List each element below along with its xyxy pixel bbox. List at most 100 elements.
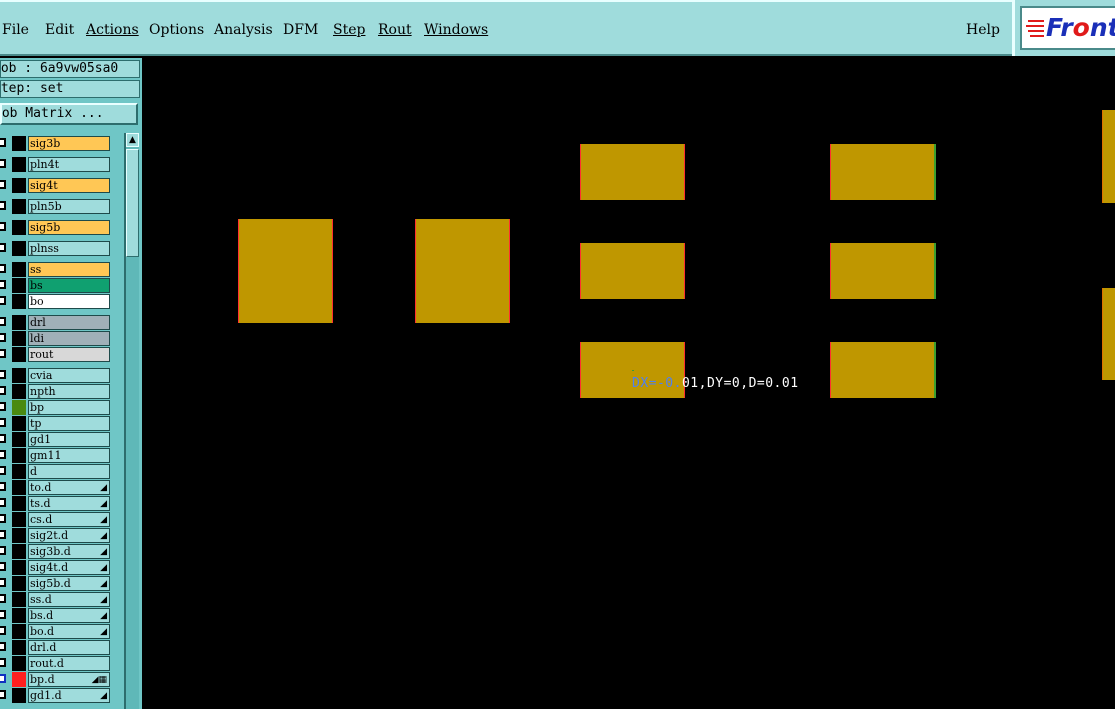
layer-checkbox[interactable] xyxy=(0,418,6,427)
layer-color-swatch[interactable] xyxy=(12,592,26,607)
layer-color-swatch[interactable] xyxy=(12,512,26,527)
layer-color-swatch[interactable] xyxy=(12,416,26,431)
layer-row[interactable]: drl xyxy=(0,315,116,330)
layer-row[interactable]: bs.d ◢ xyxy=(0,608,116,623)
layer-color-swatch[interactable] xyxy=(12,178,26,193)
layer-checkbox[interactable] xyxy=(0,317,6,326)
layer-name-sig2t-d[interactable]: sig2t.d ◢ xyxy=(28,528,110,543)
layer-checkbox[interactable] xyxy=(0,180,6,189)
layer-row[interactable]: sig5b.d ◢ xyxy=(0,576,116,591)
layer-name-cvia[interactable]: cvia xyxy=(28,368,110,383)
layer-color-swatch[interactable] xyxy=(12,368,26,383)
layer-checkbox[interactable] xyxy=(0,349,6,358)
job-matrix-button[interactable]: Job Matrix ... xyxy=(0,103,138,125)
layer-row[interactable]: ss.d ◢ xyxy=(0,592,116,607)
layer-row[interactable]: bo.d ◢ xyxy=(0,624,116,639)
layer-checkbox[interactable] xyxy=(0,402,6,411)
layer-checkbox[interactable] xyxy=(0,674,6,683)
layer-color-swatch[interactable] xyxy=(12,528,26,543)
layer-checkbox[interactable] xyxy=(0,546,6,555)
layer-name-sig3b-d[interactable]: sig3b.d ◢ xyxy=(28,544,110,559)
layer-color-swatch[interactable] xyxy=(12,432,26,447)
scroll-thumb[interactable] xyxy=(126,149,139,257)
layer-checkbox[interactable] xyxy=(0,562,6,571)
layer-checkbox[interactable] xyxy=(0,159,6,168)
layer-name-npth[interactable]: npth xyxy=(28,384,110,399)
layer-row[interactable]: bo xyxy=(0,294,116,309)
layer-row[interactable]: sig3b xyxy=(0,136,116,151)
layer-checkbox[interactable] xyxy=(0,658,6,667)
layer-row[interactable]: tp xyxy=(0,416,116,431)
layer-color-swatch[interactable] xyxy=(12,576,26,591)
layer-name-to-d[interactable]: to.d ◢ xyxy=(28,480,110,495)
layer-color-swatch[interactable] xyxy=(12,294,26,309)
layer-checkbox[interactable] xyxy=(0,482,6,491)
menu-options[interactable]: Options xyxy=(149,22,204,38)
layer-row[interactable]: d xyxy=(0,464,116,479)
layer-name-drl[interactable]: drl xyxy=(28,315,110,330)
layer-checkbox[interactable] xyxy=(0,450,6,459)
layer-checkbox[interactable] xyxy=(0,222,6,231)
layer-row[interactable]: bs xyxy=(0,278,116,293)
layer-name-ss-d[interactable]: ss.d ◢ xyxy=(28,592,110,607)
layer-name-rout[interactable]: rout xyxy=(28,347,110,362)
layer-checkbox[interactable] xyxy=(0,296,6,305)
layer-row[interactable]: sig2t.d ◢ xyxy=(0,528,116,543)
layer-color-swatch[interactable] xyxy=(12,448,26,463)
layer-row[interactable]: gd1.d ◢ xyxy=(0,688,116,703)
layer-name-sig3b[interactable]: sig3b xyxy=(28,136,110,151)
layer-row[interactable]: npth xyxy=(0,384,116,399)
layer-row[interactable]: bp.d ◢▦ xyxy=(0,672,116,687)
layer-color-swatch[interactable] xyxy=(12,384,26,399)
layer-checkbox[interactable] xyxy=(0,610,6,619)
layer-name-bp-d[interactable]: bp.d ◢▦ xyxy=(28,672,110,687)
layer-name-ldi[interactable]: ldi xyxy=(28,331,110,346)
layer-row[interactable]: ss xyxy=(0,262,116,277)
layer-row[interactable]: ldi xyxy=(0,331,116,346)
layer-name-bo[interactable]: bo xyxy=(28,294,110,309)
layer-name-bs-d[interactable]: bs.d ◢ xyxy=(28,608,110,623)
layer-color-swatch[interactable] xyxy=(12,347,26,362)
menu-help[interactable]: Help xyxy=(966,22,1000,38)
layer-name-bp[interactable]: bp xyxy=(28,400,110,415)
layer-row[interactable]: pln5b xyxy=(0,199,116,214)
layer-name-sig5b[interactable]: sig5b xyxy=(28,220,110,235)
layer-row[interactable]: cs.d ◢ xyxy=(0,512,116,527)
layer-row[interactable]: gd1 xyxy=(0,432,116,447)
layer-name-drl-d[interactable]: drl.d xyxy=(28,640,110,655)
graphic-canvas[interactable]: DX=-0.01,DY=0,D=0.01 xyxy=(142,58,1115,709)
layer-checkbox[interactable] xyxy=(0,466,6,475)
menu-analysis[interactable]: Analysis xyxy=(214,22,273,38)
layer-name-bo-d[interactable]: bo.d ◢ xyxy=(28,624,110,639)
layer-checkbox[interactable] xyxy=(0,578,6,587)
layer-checkbox[interactable] xyxy=(0,138,6,147)
layer-row[interactable]: gm11 xyxy=(0,448,116,463)
layer-color-swatch[interactable] xyxy=(12,400,26,415)
layer-name-cs-d[interactable]: cs.d ◢ xyxy=(28,512,110,527)
layer-name-rout-d[interactable]: rout.d xyxy=(28,656,110,671)
layer-row[interactable]: plnss xyxy=(0,241,116,256)
layer-name-ts-d[interactable]: ts.d ◢ xyxy=(28,496,110,511)
layer-color-swatch[interactable] xyxy=(12,278,26,293)
layer-checkbox[interactable] xyxy=(0,642,6,651)
layer-row[interactable]: pln4t xyxy=(0,157,116,172)
layer-color-swatch[interactable] xyxy=(12,496,26,511)
layer-color-swatch[interactable] xyxy=(12,331,26,346)
layer-checkbox[interactable] xyxy=(0,690,6,699)
layer-checkbox[interactable] xyxy=(0,514,6,523)
layer-checkbox[interactable] xyxy=(0,280,6,289)
layer-name-plnss[interactable]: plnss xyxy=(28,241,110,256)
layer-color-swatch[interactable] xyxy=(12,656,26,671)
layer-color-swatch[interactable] xyxy=(12,241,26,256)
layer-row[interactable]: bp xyxy=(0,400,116,415)
layer-row[interactable]: to.d ◢ xyxy=(0,480,116,495)
layer-color-swatch[interactable] xyxy=(12,544,26,559)
layer-name-sig5b-d[interactable]: sig5b.d ◢ xyxy=(28,576,110,591)
menu-windows[interactable]: Windows xyxy=(424,22,488,38)
layer-name-ss[interactable]: ss xyxy=(28,262,110,277)
layer-row[interactable]: drl.d xyxy=(0,640,116,655)
layer-name-gm11[interactable]: gm11 xyxy=(28,448,110,463)
menu-rout[interactable]: Rout xyxy=(378,22,412,38)
layer-color-swatch[interactable] xyxy=(12,624,26,639)
layer-name-sig4t-d[interactable]: sig4t.d ◢ xyxy=(28,560,110,575)
